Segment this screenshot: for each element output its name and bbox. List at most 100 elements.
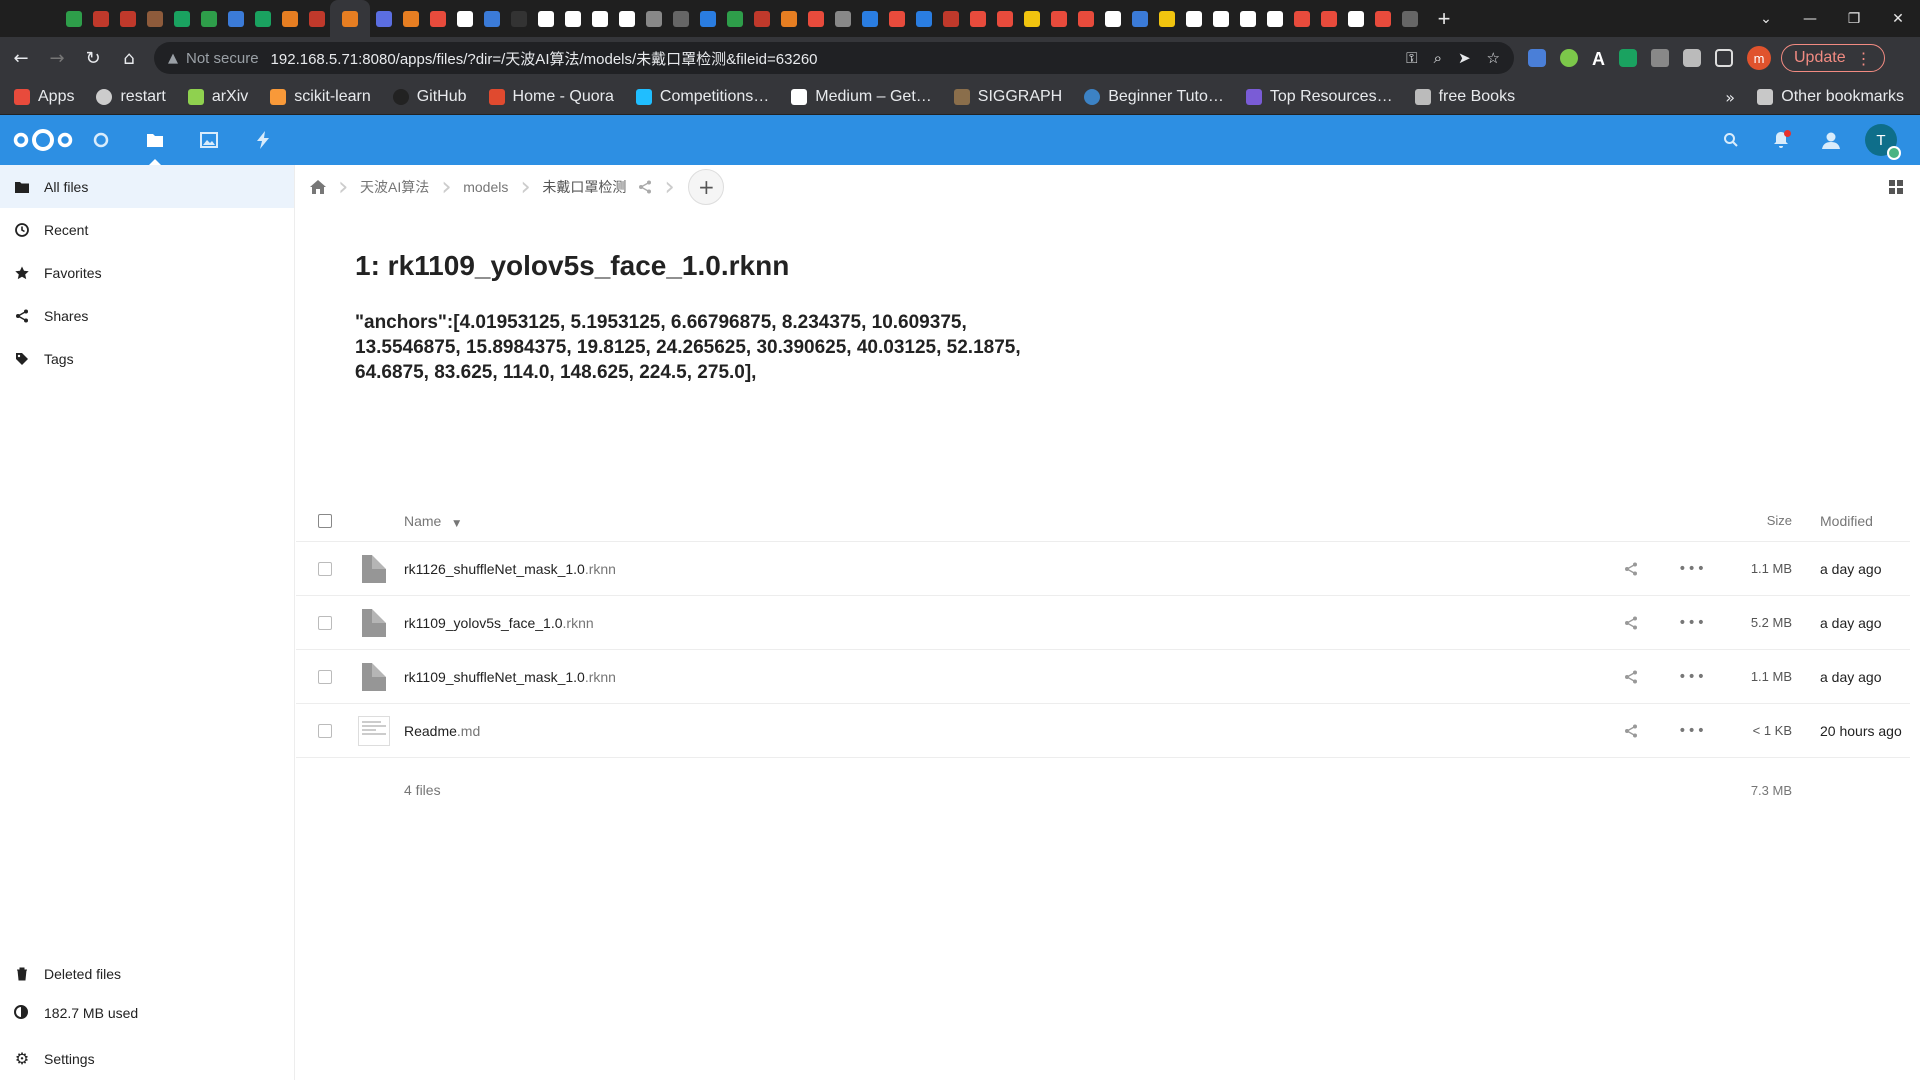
app-files[interactable] [128, 115, 182, 165]
app-activity[interactable] [236, 115, 290, 165]
close-icon[interactable]: ✕ [1876, 11, 1920, 27]
minimize-icon[interactable]: — [1788, 11, 1832, 27]
browser-tab[interactable] [1207, 0, 1234, 37]
file-row[interactable]: rk1109_yolov5s_face_1.0.rknn ••• 5.2 MB a d… [296, 596, 1910, 650]
breadcrumb-item-3[interactable]: 未戴口罩检测 [530, 165, 664, 209]
browser-tab[interactable] [1342, 0, 1369, 37]
browser-tab[interactable] [640, 0, 667, 37]
grid-view-toggle[interactable] [1888, 179, 1904, 200]
sort-by-name[interactable]: Name ▼ [394, 513, 1614, 529]
browser-tab[interactable] [168, 0, 195, 37]
row-checkbox[interactable] [296, 669, 354, 684]
browser-tab[interactable] [1396, 0, 1423, 37]
browser-tab[interactable] [694, 0, 721, 37]
sort-by-modified[interactable]: Modified [1792, 513, 1910, 529]
bookmark-item[interactable]: scikit-learn [270, 88, 371, 106]
new-tab-button[interactable]: + [1429, 6, 1459, 32]
user-avatar[interactable]: T [1865, 124, 1901, 160]
browser-tab[interactable] [505, 0, 532, 37]
sort-by-size[interactable]: Size [1724, 513, 1792, 528]
row-checkbox[interactable] [296, 723, 354, 738]
browser-tab[interactable] [397, 0, 424, 37]
bookmarks-overflow[interactable]: » [1725, 79, 1735, 115]
url-text[interactable]: 192.168.5.71:8080/apps/files/?dir=/天波AI算… [271, 48, 818, 69]
more-actions-icon[interactable]: ••• [1678, 669, 1706, 685]
browser-tab[interactable] [114, 0, 141, 37]
file-name[interactable]: rk1109_yolov5s_face_1.0.rknn [394, 615, 1614, 631]
extension-icon[interactable] [1560, 49, 1578, 67]
browser-tab[interactable] [303, 0, 330, 37]
nav-item-shares[interactable]: Shares [0, 294, 294, 337]
font-extension-icon[interactable]: A [1592, 49, 1605, 69]
reload-icon[interactable]: ↻ [78, 43, 108, 73]
bookmark-item[interactable]: SIGGRAPH [953, 88, 1062, 106]
profile-avatar[interactable]: m [1747, 46, 1771, 70]
browser-tab[interactable] [964, 0, 991, 37]
browser-tab[interactable] [1315, 0, 1342, 37]
share-icon[interactable] [1624, 616, 1638, 630]
browser-tab[interactable] [721, 0, 748, 37]
settings-link[interactable]: ⚙ Settings [0, 1037, 295, 1080]
browser-tab[interactable] [195, 0, 222, 37]
file-row[interactable]: Readme.md ••• < 1 KB 20 hours ago [296, 704, 1910, 758]
bookmark-item[interactable]: Home - Quora [488, 88, 614, 106]
browser-tab[interactable] [87, 0, 114, 37]
app-photos[interactable] [182, 115, 236, 165]
browser-tab[interactable] [451, 0, 478, 37]
breadcrumb-item-2[interactable]: models [451, 165, 520, 209]
file-name[interactable]: rk1109_shuffleNet_mask_1.0.rknn [394, 669, 1614, 685]
bookmark-item[interactable]: Medium – Get… [791, 88, 932, 106]
nav-item-recent[interactable]: Recent [0, 208, 294, 251]
nextcloud-logo[interactable] [12, 125, 74, 155]
update-button[interactable]: Update ⋮ [1781, 44, 1885, 72]
restore-icon[interactable]: ❐ [1832, 11, 1876, 27]
zoom-icon[interactable]: ⌕ [1434, 49, 1442, 67]
browser-tab[interactable] [532, 0, 559, 37]
bookmark-item[interactable]: restart [96, 88, 166, 106]
file-row[interactable]: rk1109_shuffleNet_mask_1.0.rknn ••• 1.1 MB… [296, 650, 1910, 704]
browser-tab[interactable] [1018, 0, 1045, 37]
bookmark-item[interactable]: Apps [14, 88, 74, 106]
file-row[interactable]: rk1126_shuffleNet_mask_1.0.rknn ••• 1.1 MB… [296, 542, 1910, 596]
share-icon[interactable] [638, 180, 652, 194]
browser-tab[interactable] [424, 0, 451, 37]
puzzle-icon[interactable] [1683, 49, 1701, 67]
browser-tab[interactable] [856, 0, 883, 37]
notifications-button[interactable] [1756, 130, 1806, 149]
browser-tab[interactable] [748, 0, 775, 37]
share-icon[interactable] [1624, 670, 1638, 684]
browser-tab[interactable] [802, 0, 829, 37]
forward-icon[interactable]: → [42, 43, 72, 73]
browser-tab[interactable] [829, 0, 856, 37]
browser-tab[interactable] [1045, 0, 1072, 37]
app-dashboard[interactable] [74, 115, 128, 165]
browser-tab[interactable] [586, 0, 613, 37]
more-actions-icon[interactable]: ••• [1678, 561, 1706, 577]
tab-search-icon[interactable]: ⌄ [1744, 11, 1788, 27]
nav-item-favorites[interactable]: Favorites [0, 251, 294, 294]
unified-search-button[interactable] [1706, 132, 1756, 148]
send-icon[interactable]: ➤ [1458, 49, 1471, 67]
share-icon[interactable] [1624, 562, 1638, 576]
browser-tab[interactable] [559, 0, 586, 37]
browser-tab[interactable] [370, 0, 397, 37]
breadcrumb-item-1[interactable]: 天波AI算法 [348, 165, 441, 209]
browser-tab[interactable] [910, 0, 937, 37]
bookmark-item[interactable]: Top Resources… [1245, 88, 1393, 106]
bookmark-item[interactable]: arXiv [187, 88, 248, 106]
browser-tab[interactable] [1099, 0, 1126, 37]
browser-tab[interactable] [276, 0, 303, 37]
browser-tab[interactable] [613, 0, 640, 37]
browser-tab[interactable] [478, 0, 505, 37]
nav-item-all-files[interactable]: All files [0, 165, 294, 208]
contacts-button[interactable] [1806, 131, 1856, 149]
bookmark-item[interactable]: free Books [1414, 88, 1515, 106]
browser-tab[interactable] [775, 0, 802, 37]
nav-item-tags[interactable]: Tags [0, 337, 294, 380]
sidepanel-icon[interactable] [1715, 49, 1733, 67]
row-checkbox[interactable] [296, 561, 354, 576]
file-name[interactable]: Readme.md [394, 723, 1614, 739]
key-icon[interactable]: ⚿ [1406, 49, 1417, 67]
translate-extension-icon[interactable] [1528, 49, 1546, 67]
browser-tab[interactable] [330, 0, 370, 37]
